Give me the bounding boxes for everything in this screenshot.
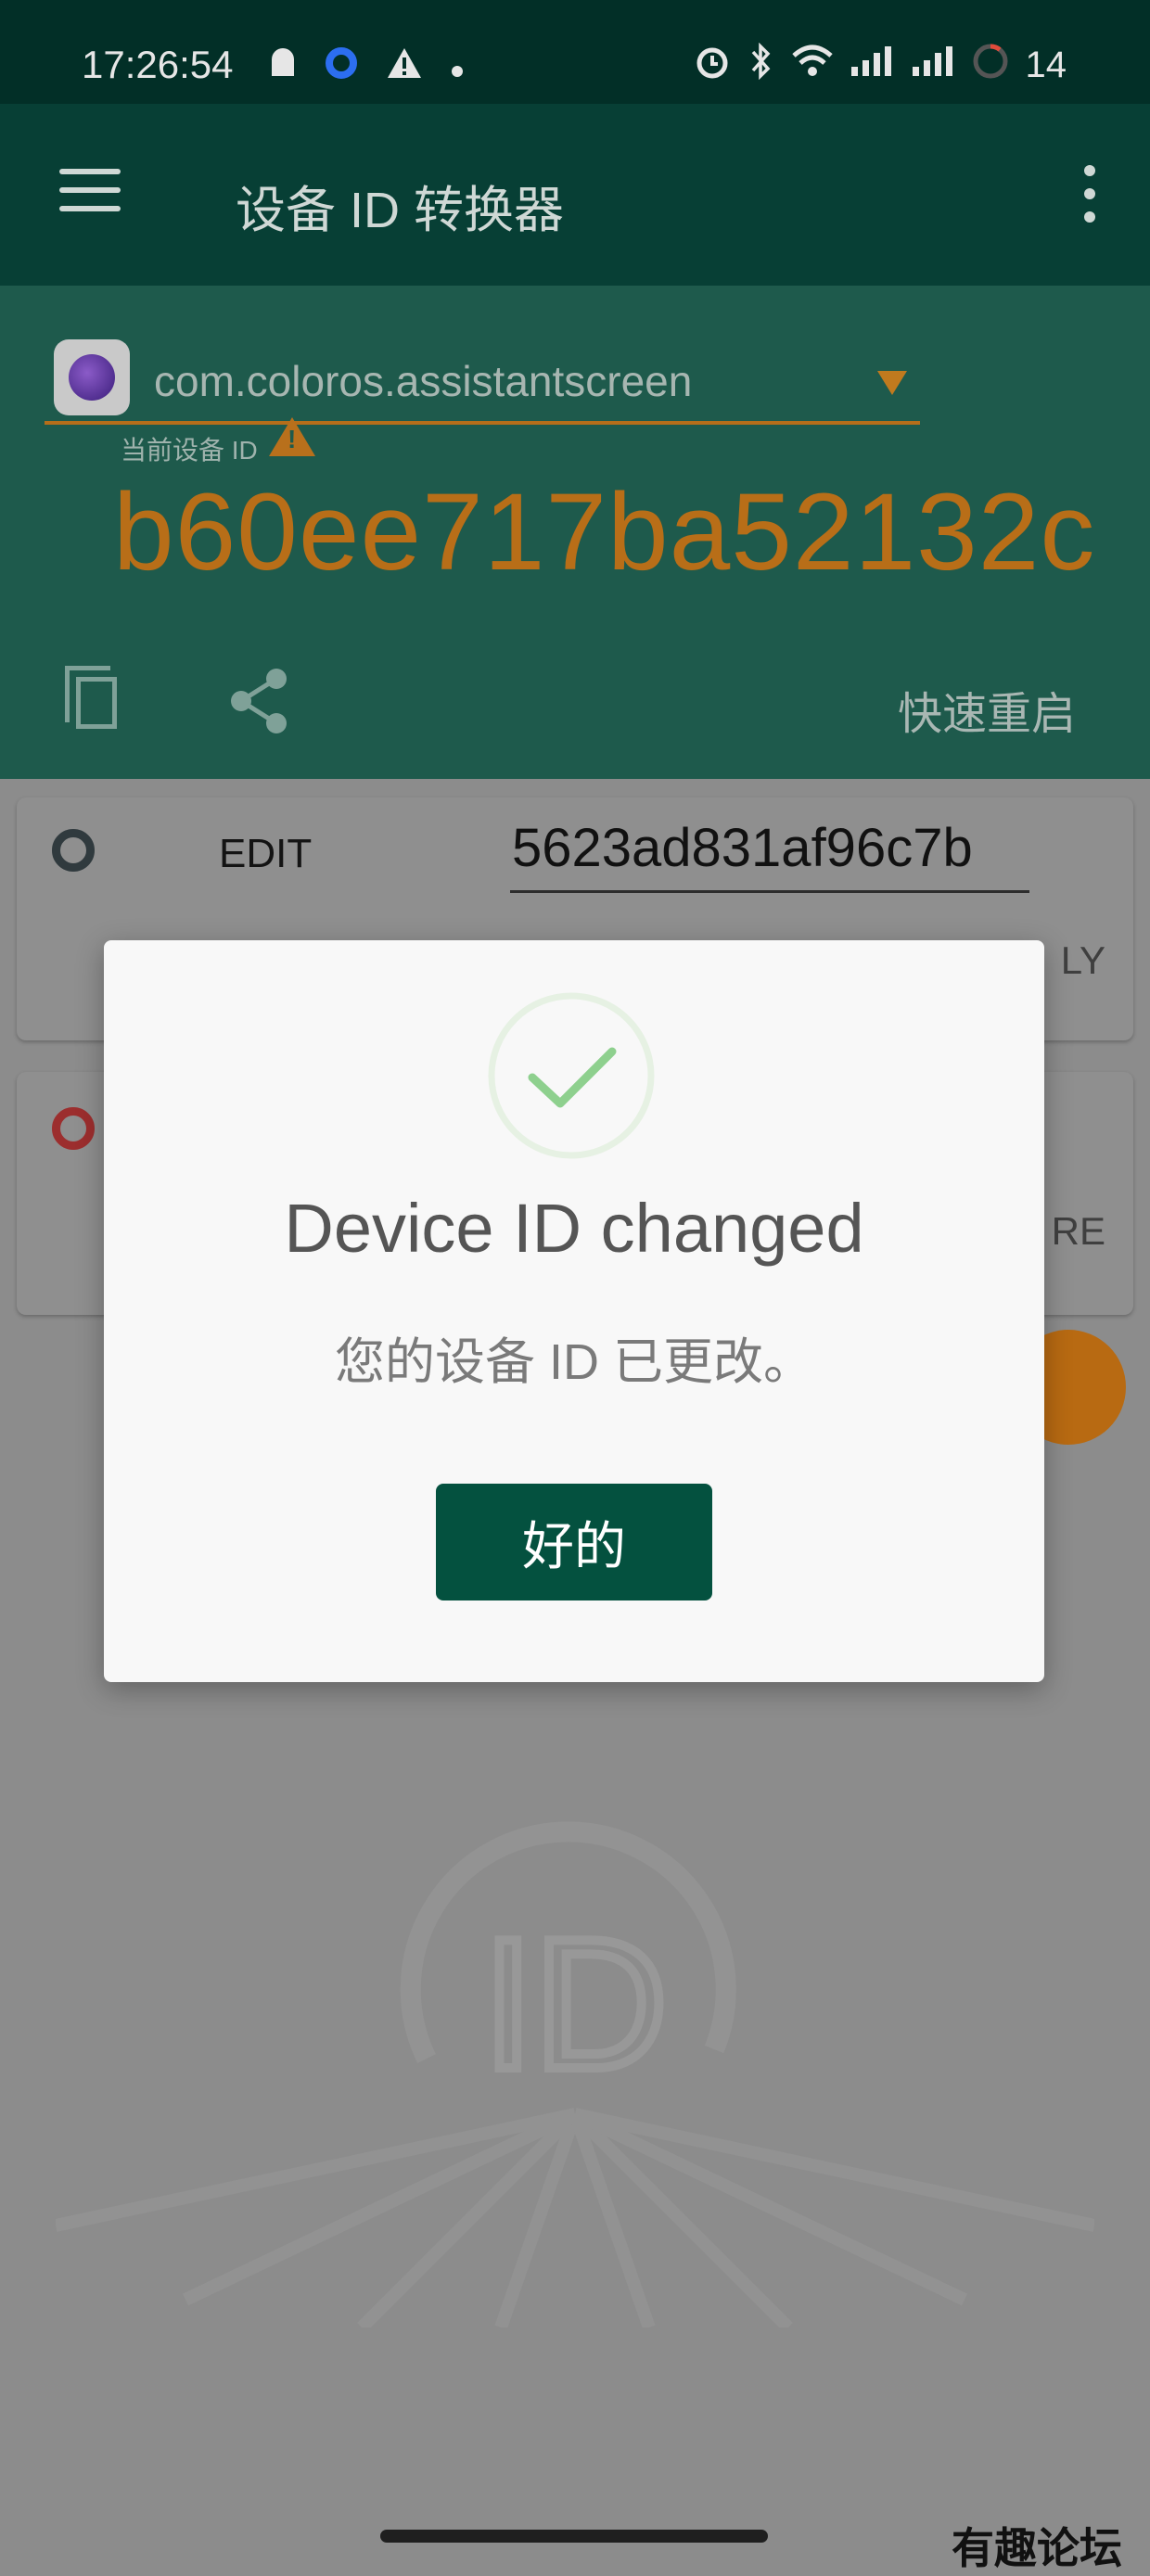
menu-icon[interactable] <box>59 169 121 215</box>
current-id-label: 当前设备 ID <box>121 436 258 465</box>
home-gesture-bar[interactable] <box>380 2530 768 2543</box>
more-options-icon[interactable] <box>1076 165 1104 224</box>
ok-button[interactable]: 好的 <box>436 1484 712 1600</box>
signal-icon <box>850 45 894 85</box>
alarm-icon <box>694 43 731 87</box>
current-device-id: b60ee717ba52132c <box>113 471 1096 593</box>
new-id-input[interactable] <box>510 816 1033 880</box>
battery-level: 14 <box>1025 44 1067 85</box>
package-name: com.coloros.assistantscreen <box>154 357 693 405</box>
dialog-title: Device ID changed <box>284 1190 864 1267</box>
notification-icons <box>269 46 464 87</box>
status-time: 17:26:54 <box>82 43 234 86</box>
forum-watermark: 有趣论坛 <box>952 2523 1122 2573</box>
warning-icon <box>386 46 423 87</box>
app-icon <box>54 339 130 415</box>
edit-label: EDIT <box>219 831 313 876</box>
new-id-field[interactable] <box>510 816 1033 893</box>
logo-text: ID <box>482 1901 668 2108</box>
quick-restart-button[interactable]: 快速重启 <box>898 677 1076 742</box>
warning-icon[interactable] <box>269 417 315 456</box>
device-id-panel: com.coloros.assistantscreen 当前设备 ID b60e… <box>0 286 1150 779</box>
android-icon <box>269 46 297 87</box>
copy-icon[interactable] <box>65 666 117 729</box>
dialog-message: 您的设备 ID 已更改。 <box>334 1334 813 1390</box>
share-icon[interactable] <box>226 666 291 736</box>
app-selector-dropdown[interactable]: com.coloros.assistantscreen <box>45 310 920 425</box>
success-dialog: Device ID changed 您的设备 ID 已更改。 好的 <box>104 940 1044 1682</box>
status-bar: 17:26:54 14 <box>0 0 1150 104</box>
signal-icon <box>911 45 955 85</box>
wifi-icon <box>791 45 833 85</box>
battery-icon <box>972 43 1009 87</box>
dot-icon <box>451 48 464 85</box>
dropdown-arrow-icon <box>877 371 907 395</box>
check-circle-icon <box>488 992 655 1159</box>
restore-radio-button[interactable] <box>52 1107 95 1150</box>
circle-app-icon <box>325 46 358 87</box>
restore-button[interactable]: RE <box>1052 1209 1105 1254</box>
system-icons: 14 <box>694 42 1067 87</box>
apply-button[interactable]: LY <box>1061 938 1105 983</box>
edit-radio-button[interactable] <box>52 829 95 872</box>
bluetooth-icon <box>748 42 775 87</box>
app-bar: 设备 ID 转换器 <box>0 104 1150 286</box>
background-logo: ID <box>56 1821 1094 2327</box>
app-title: 设备 ID 转换器 <box>236 183 565 238</box>
